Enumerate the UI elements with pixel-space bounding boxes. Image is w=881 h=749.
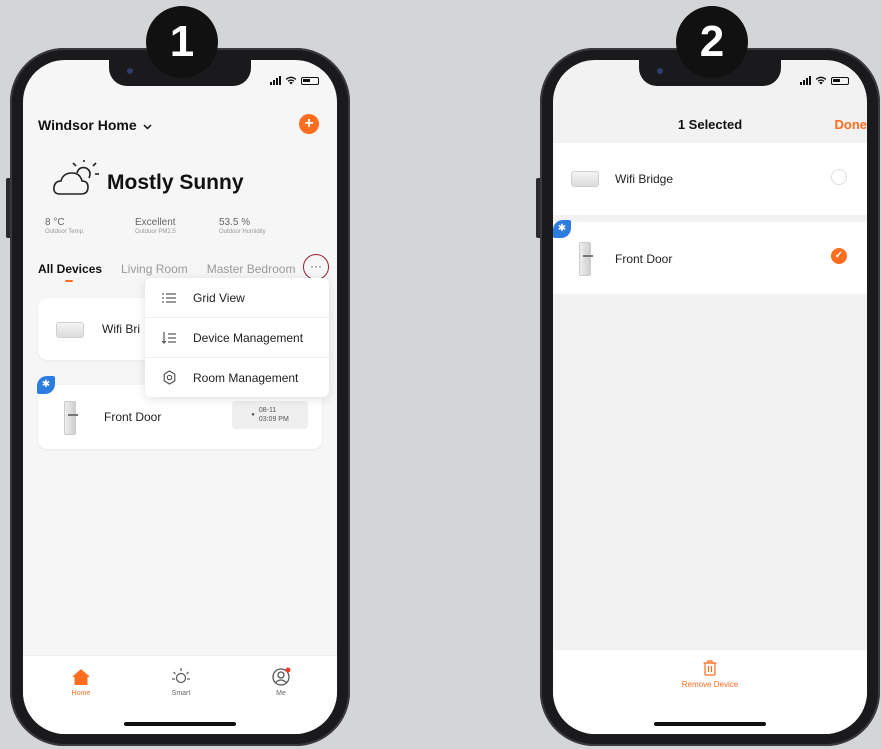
remove-device-button[interactable]: Remove Device — [553, 660, 867, 689]
status-bar-icons — [270, 76, 319, 85]
options-menu: Grid View Device Management Room Managem… — [145, 278, 329, 397]
door-lock-image — [64, 401, 78, 435]
list-icon — [159, 292, 179, 304]
phone-1: Windsor Home + Mostly Sunny 8 °C Outdoor… — [6, 48, 350, 746]
battery-icon — [301, 76, 319, 85]
more-options-button[interactable]: ··· — [303, 254, 329, 280]
device-row-wifi-bridge[interactable]: Wifi Bridge — [553, 143, 867, 215]
door-lock-image — [579, 242, 593, 276]
phone-1-screen: Windsor Home + Mostly Sunny 8 °C Outdoor… — [23, 60, 337, 734]
status-bar-icons — [800, 76, 849, 85]
step-2-badge: 2 — [676, 6, 748, 78]
signal-icon — [270, 76, 281, 85]
last-activity-chip: ● 08-11 03:09 PM — [232, 401, 308, 429]
bottom-action-bar: Remove Device — [553, 649, 867, 734]
done-button[interactable]: Done — [835, 117, 868, 132]
phone-2-screen: 1 Selected Done Wifi Bridge Front Door ✓… — [553, 60, 867, 734]
activity-time: 03:09 PM — [258, 416, 289, 423]
menu-item-device-management[interactable]: Device Management — [145, 318, 329, 358]
tab-me[interactable]: Me — [261, 666, 301, 697]
stat-label: Outdoor Humidity — [219, 229, 266, 235]
device-name: Wifi Bridge — [615, 172, 674, 186]
signal-icon — [800, 76, 811, 85]
bottom-tab-bar: Home Smart Me — [23, 655, 337, 734]
user-icon — [261, 666, 301, 688]
activity-date: 08-11 — [258, 407, 277, 414]
phone-2: 1 Selected Done Wifi Bridge Front Door ✓… — [536, 48, 880, 746]
wifi-bridge-image — [56, 322, 84, 338]
stat-pm25: Excellent Outdoor PM2.5 — [135, 217, 219, 235]
stat-value: 53.5 % — [219, 217, 251, 228]
battery-icon — [831, 76, 849, 85]
weather-stats: 8 °C Outdoor Temp. Excellent Outdoor PM2… — [45, 217, 309, 235]
tab-all-devices[interactable]: All Devices — [38, 262, 102, 276]
tab-label: Me — [276, 690, 286, 697]
home-icon — [61, 666, 101, 688]
selected-check-icon[interactable]: ✓ — [831, 248, 847, 264]
sun-icon — [161, 666, 201, 688]
home-indicator — [124, 722, 236, 726]
wifi-icon — [815, 76, 827, 85]
add-device-button[interactable]: + — [299, 114, 319, 134]
weather-condition: Mostly Sunny — [107, 171, 244, 194]
device-name: Front Door — [104, 410, 162, 424]
menu-item-grid-view[interactable]: Grid View — [145, 278, 329, 318]
tab-living-room[interactable]: Living Room — [121, 262, 188, 276]
partly-sunny-icon — [53, 160, 99, 195]
stat-value: Excellent — [135, 217, 176, 228]
tab-master-bedroom[interactable]: Master Bedroom — [207, 262, 296, 276]
step-1-badge: 1 — [146, 6, 218, 78]
tab-smart[interactable]: Smart — [161, 666, 201, 697]
stat-humidity: 53.5 % Outdoor Humidity — [219, 217, 309, 235]
active-tab-indicator — [65, 280, 73, 282]
remove-device-label: Remove Device — [681, 680, 739, 689]
stat-temp: 8 °C Outdoor Temp. — [45, 217, 135, 235]
settings-icon — [159, 370, 179, 385]
device-name: Front Door — [615, 252, 673, 266]
stat-value: 8 °C — [45, 217, 65, 228]
unselected-radio[interactable] — [831, 169, 847, 185]
menu-item-label: Grid View — [193, 290, 245, 305]
home-title: Windsor Home — [38, 117, 137, 133]
tab-home[interactable]: Home — [61, 666, 101, 697]
device-row-front-door[interactable]: Front Door ✓ — [553, 222, 867, 294]
home-indicator — [654, 722, 766, 726]
wifi-icon — [285, 76, 297, 85]
droplet-icon: ● — [251, 412, 255, 418]
device-name: Wifi Bri — [102, 322, 140, 336]
wifi-bridge-image — [571, 171, 599, 187]
room-tabs: All Devices Living Room Master Bedroom — [38, 262, 295, 276]
menu-item-label: Room Management — [193, 370, 299, 385]
tab-label: Home — [71, 690, 91, 697]
menu-item-label: Device Management — [193, 330, 304, 345]
selection-count-title: 1 Selected — [677, 117, 743, 132]
stat-label: Outdoor Temp. — [45, 229, 85, 235]
stat-label: Outdoor PM2.5 — [135, 229, 176, 235]
tab-label: Smart — [171, 690, 191, 697]
menu-item-room-management[interactable]: Room Management — [145, 358, 329, 397]
sort-list-icon — [159, 331, 179, 344]
chevron-down-icon — [143, 124, 152, 130]
home-selector[interactable]: Windsor Home — [38, 117, 152, 133]
trash-icon — [553, 660, 867, 680]
